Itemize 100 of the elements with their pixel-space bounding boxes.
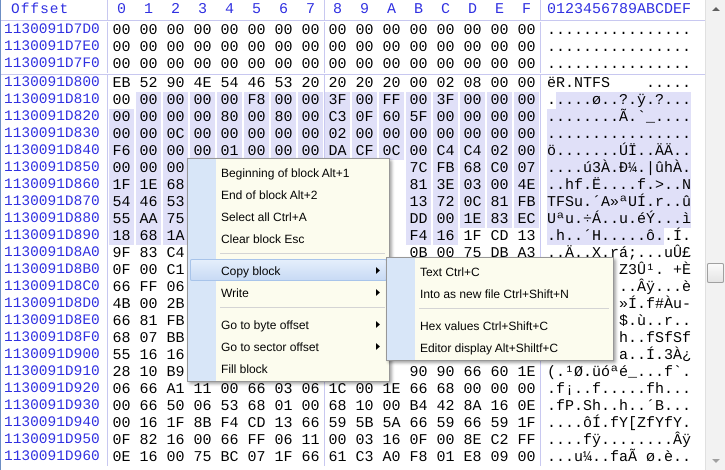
offset-label: 1130091D810 [1,92,108,109]
menu-item[interactable]: Fill block [190,357,387,379]
menu-item[interactable]: Text Ctrl+C [389,260,611,282]
hex-byte: 00 [271,92,296,109]
hex-byte: 00 [460,92,485,109]
ascii-text: .f¡..f.....fh... [547,381,691,398]
menu-item[interactable]: Go to byte offset [190,313,387,335]
column-header: D [466,0,478,20]
hex-byte: 20 [354,75,374,92]
offset-label: 1130091D870 [1,194,108,211]
hex-byte: 68 [435,381,456,398]
hex-byte: 00 [408,56,428,73]
ascii-text: Z3Û¹. +È [618,262,691,279]
hex-byte: 00 [217,92,242,109]
menu-item[interactable]: Hex values Ctrl+Shift+C [389,314,611,336]
hex-byte: 00 [165,22,186,39]
hex-byte: 00 [487,177,512,194]
hex-byte: 00 [244,126,269,143]
menu-item[interactable]: Go to sector offset [190,335,387,357]
hex-byte: 53 [219,398,240,415]
ascii-text: ................ [547,56,691,73]
hex-byte: 03 [354,432,374,449]
hex-byte: 66 [111,279,132,296]
hex-byte: 00 [408,75,428,92]
hex-byte: 00 [435,56,456,73]
hex-byte: C2 [489,432,510,449]
hex-byte: 00 [192,39,212,56]
hex-byte: 81 [406,177,431,194]
hex-byte: 00 [219,39,240,56]
ascii-text: .fP.Sh..h..´B... [547,398,691,415]
hex-byte: 06 [273,432,294,449]
hex-byte: 00 [489,39,510,56]
hex-byte: 00 [354,22,374,39]
hex-byte: 54 [219,75,240,92]
hex-byte: 0C [460,194,485,211]
hex-byte: 00 [381,39,402,56]
hex-byte: 00 [324,22,350,39]
hex-byte: 81 [487,194,512,211]
hex-byte: FB [514,194,539,211]
scroll-up-icon[interactable] [712,7,720,11]
offset-label: 1130091D890 [1,228,108,245]
menu-item[interactable]: Write [190,281,387,303]
hex-byte: 66 [462,364,482,381]
hex-byte: 0E [111,449,132,466]
hex-byte: 66 [300,415,320,432]
hex-byte: 02 [487,143,512,160]
column-header: B [412,0,424,20]
hex-byte: 59 [435,415,456,432]
menu-item[interactable]: Beginning of block Alt+1 [190,161,387,183]
menu-item[interactable]: Into as new file Ctrl+Shift+N [389,282,611,304]
menu-item[interactable]: Editor display Alt+Shiltf+C [389,336,611,358]
hex-byte: 16 [165,432,186,449]
hex-byte: 1F [273,449,294,466]
menu-item[interactable]: Copy block [190,259,387,281]
offset-label: 1130091D910 [1,364,108,381]
hex-byte: 00 [352,92,377,109]
hex-byte: 02 [324,126,350,143]
menu-item[interactable]: Select all Ctrl+A [190,205,387,227]
ascii-text: ................ [547,126,691,143]
column-header: E [494,0,505,20]
hex-byte: 00 [192,432,212,449]
ascii-text: ..hf.Ë....f.>..N [547,177,691,194]
hex-byte: C4 [460,143,485,160]
hex-byte: 00 [516,381,536,398]
offset-label: 1130091D8B0 [1,262,108,279]
ascii-text: ...u¼..faÃ ø.è.. [547,449,691,466]
scrollbar-thumb[interactable] [707,263,724,283]
hex-byte: 52 [138,75,158,92]
hex-byte: 00 [462,56,482,73]
hex-byte: DB [489,245,510,262]
column-header: 6 [278,0,289,20]
hex-byte: 00 [136,109,161,126]
hex-byte: 66 [300,449,320,466]
hex-byte: 00 [138,39,158,56]
offset-label: 1130091D830 [1,126,108,143]
hex-byte: BC [219,449,240,466]
hex-byte: A0 [381,449,402,466]
offset-label: 1130091D840 [1,143,108,160]
hex-byte: 06 [165,279,186,296]
scroll-down-icon[interactable] [712,459,720,463]
hex-byte: 00 [111,22,132,39]
menu-item[interactable]: Clear block Esc [190,227,387,249]
hex-byte: 8A [462,398,482,415]
ascii-text: ........Ã.`_.... [547,109,691,126]
hex-byte: 60 [379,109,404,126]
hex-byte: 81 [138,313,158,330]
hex-byte: 03 [460,177,485,194]
hex-byte: 00 [111,398,132,415]
hex-byte: 06 [111,381,132,398]
hex-byte: C4 [433,143,458,160]
scrollbar[interactable] [705,0,725,470]
hex-byte: 16 [138,415,158,432]
menu-item[interactable]: End of block Alt+2 [190,183,387,205]
hex-byte: 00 [219,381,240,398]
hex-byte: 02 [435,75,456,92]
hex-byte: 00 [514,126,539,143]
hex-byte: 00 [487,126,512,143]
column-header: 1 [142,0,154,20]
hex-byte: 00 [273,56,294,73]
hex-byte: 00 [136,92,161,109]
